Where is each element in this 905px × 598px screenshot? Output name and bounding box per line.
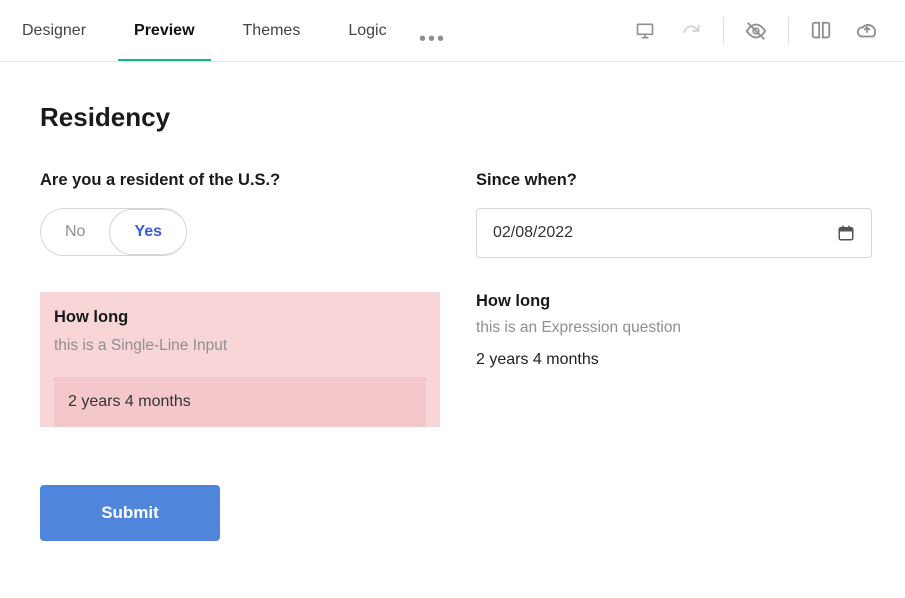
tab-logic[interactable]: Logic (324, 0, 410, 61)
question-description: this is a Single-Line Input (54, 337, 426, 355)
toggle-no[interactable]: No (41, 209, 109, 255)
survey-preview: Residency Are you a resident of the U.S.… (0, 62, 905, 581)
toolbar-divider (788, 17, 789, 45)
question-title: How long (476, 292, 876, 311)
question-title: Are you a resident of the U.S.? (40, 171, 440, 190)
ellipsis-icon: ••• (419, 28, 446, 51)
question-title: Since when? (476, 171, 876, 190)
cloud-upload-icon (856, 20, 878, 42)
tab-themes[interactable]: Themes (219, 0, 325, 61)
tab-designer[interactable]: Designer (22, 0, 110, 61)
submit-button[interactable]: Submit (40, 485, 220, 541)
question-how-long-input: How long this is a Single-Line Input (40, 292, 440, 427)
visibility-toggle-button[interactable] (736, 11, 776, 51)
yes-no-toggle: No Yes (40, 208, 187, 256)
top-bar: Designer Preview Themes Logic ••• (0, 0, 905, 62)
tab-label: Logic (348, 22, 386, 40)
more-tabs-button[interactable]: ••• (411, 17, 455, 61)
monitor-icon (635, 21, 655, 41)
tab-label: Designer (22, 22, 86, 40)
eye-off-icon (745, 20, 767, 42)
expression-value: 2 years 4 months (476, 351, 876, 369)
calendar-icon (837, 224, 855, 242)
question-title: How long (54, 308, 426, 327)
tab-preview[interactable]: Preview (110, 0, 218, 61)
redo-icon (681, 21, 701, 41)
book-open-icon (810, 20, 832, 42)
question-since-when: Since when? 02/08/2022 (476, 171, 876, 258)
single-line-input[interactable] (54, 377, 426, 427)
publish-button[interactable] (847, 11, 887, 51)
date-input[interactable]: 02/08/2022 (476, 208, 872, 258)
date-value: 02/08/2022 (493, 224, 573, 242)
questions-grid: Are you a resident of the U.S.? No Yes S… (40, 171, 865, 427)
tab-label: Themes (243, 22, 301, 40)
question-how-long-expression: How long this is an Expression question … (476, 292, 876, 369)
device-preview-button[interactable] (625, 11, 665, 51)
tabs: Designer Preview Themes Logic ••• (22, 0, 455, 61)
question-description: this is an Expression question (476, 319, 876, 337)
toolbar-divider (723, 17, 724, 45)
toolbar (625, 11, 887, 51)
tab-label: Preview (134, 22, 194, 40)
toggle-yes[interactable]: Yes (109, 209, 187, 255)
redo-button (671, 11, 711, 51)
question-resident: Are you a resident of the U.S.? No Yes (40, 171, 440, 256)
page-title: Residency (40, 102, 865, 133)
translations-button[interactable] (801, 11, 841, 51)
